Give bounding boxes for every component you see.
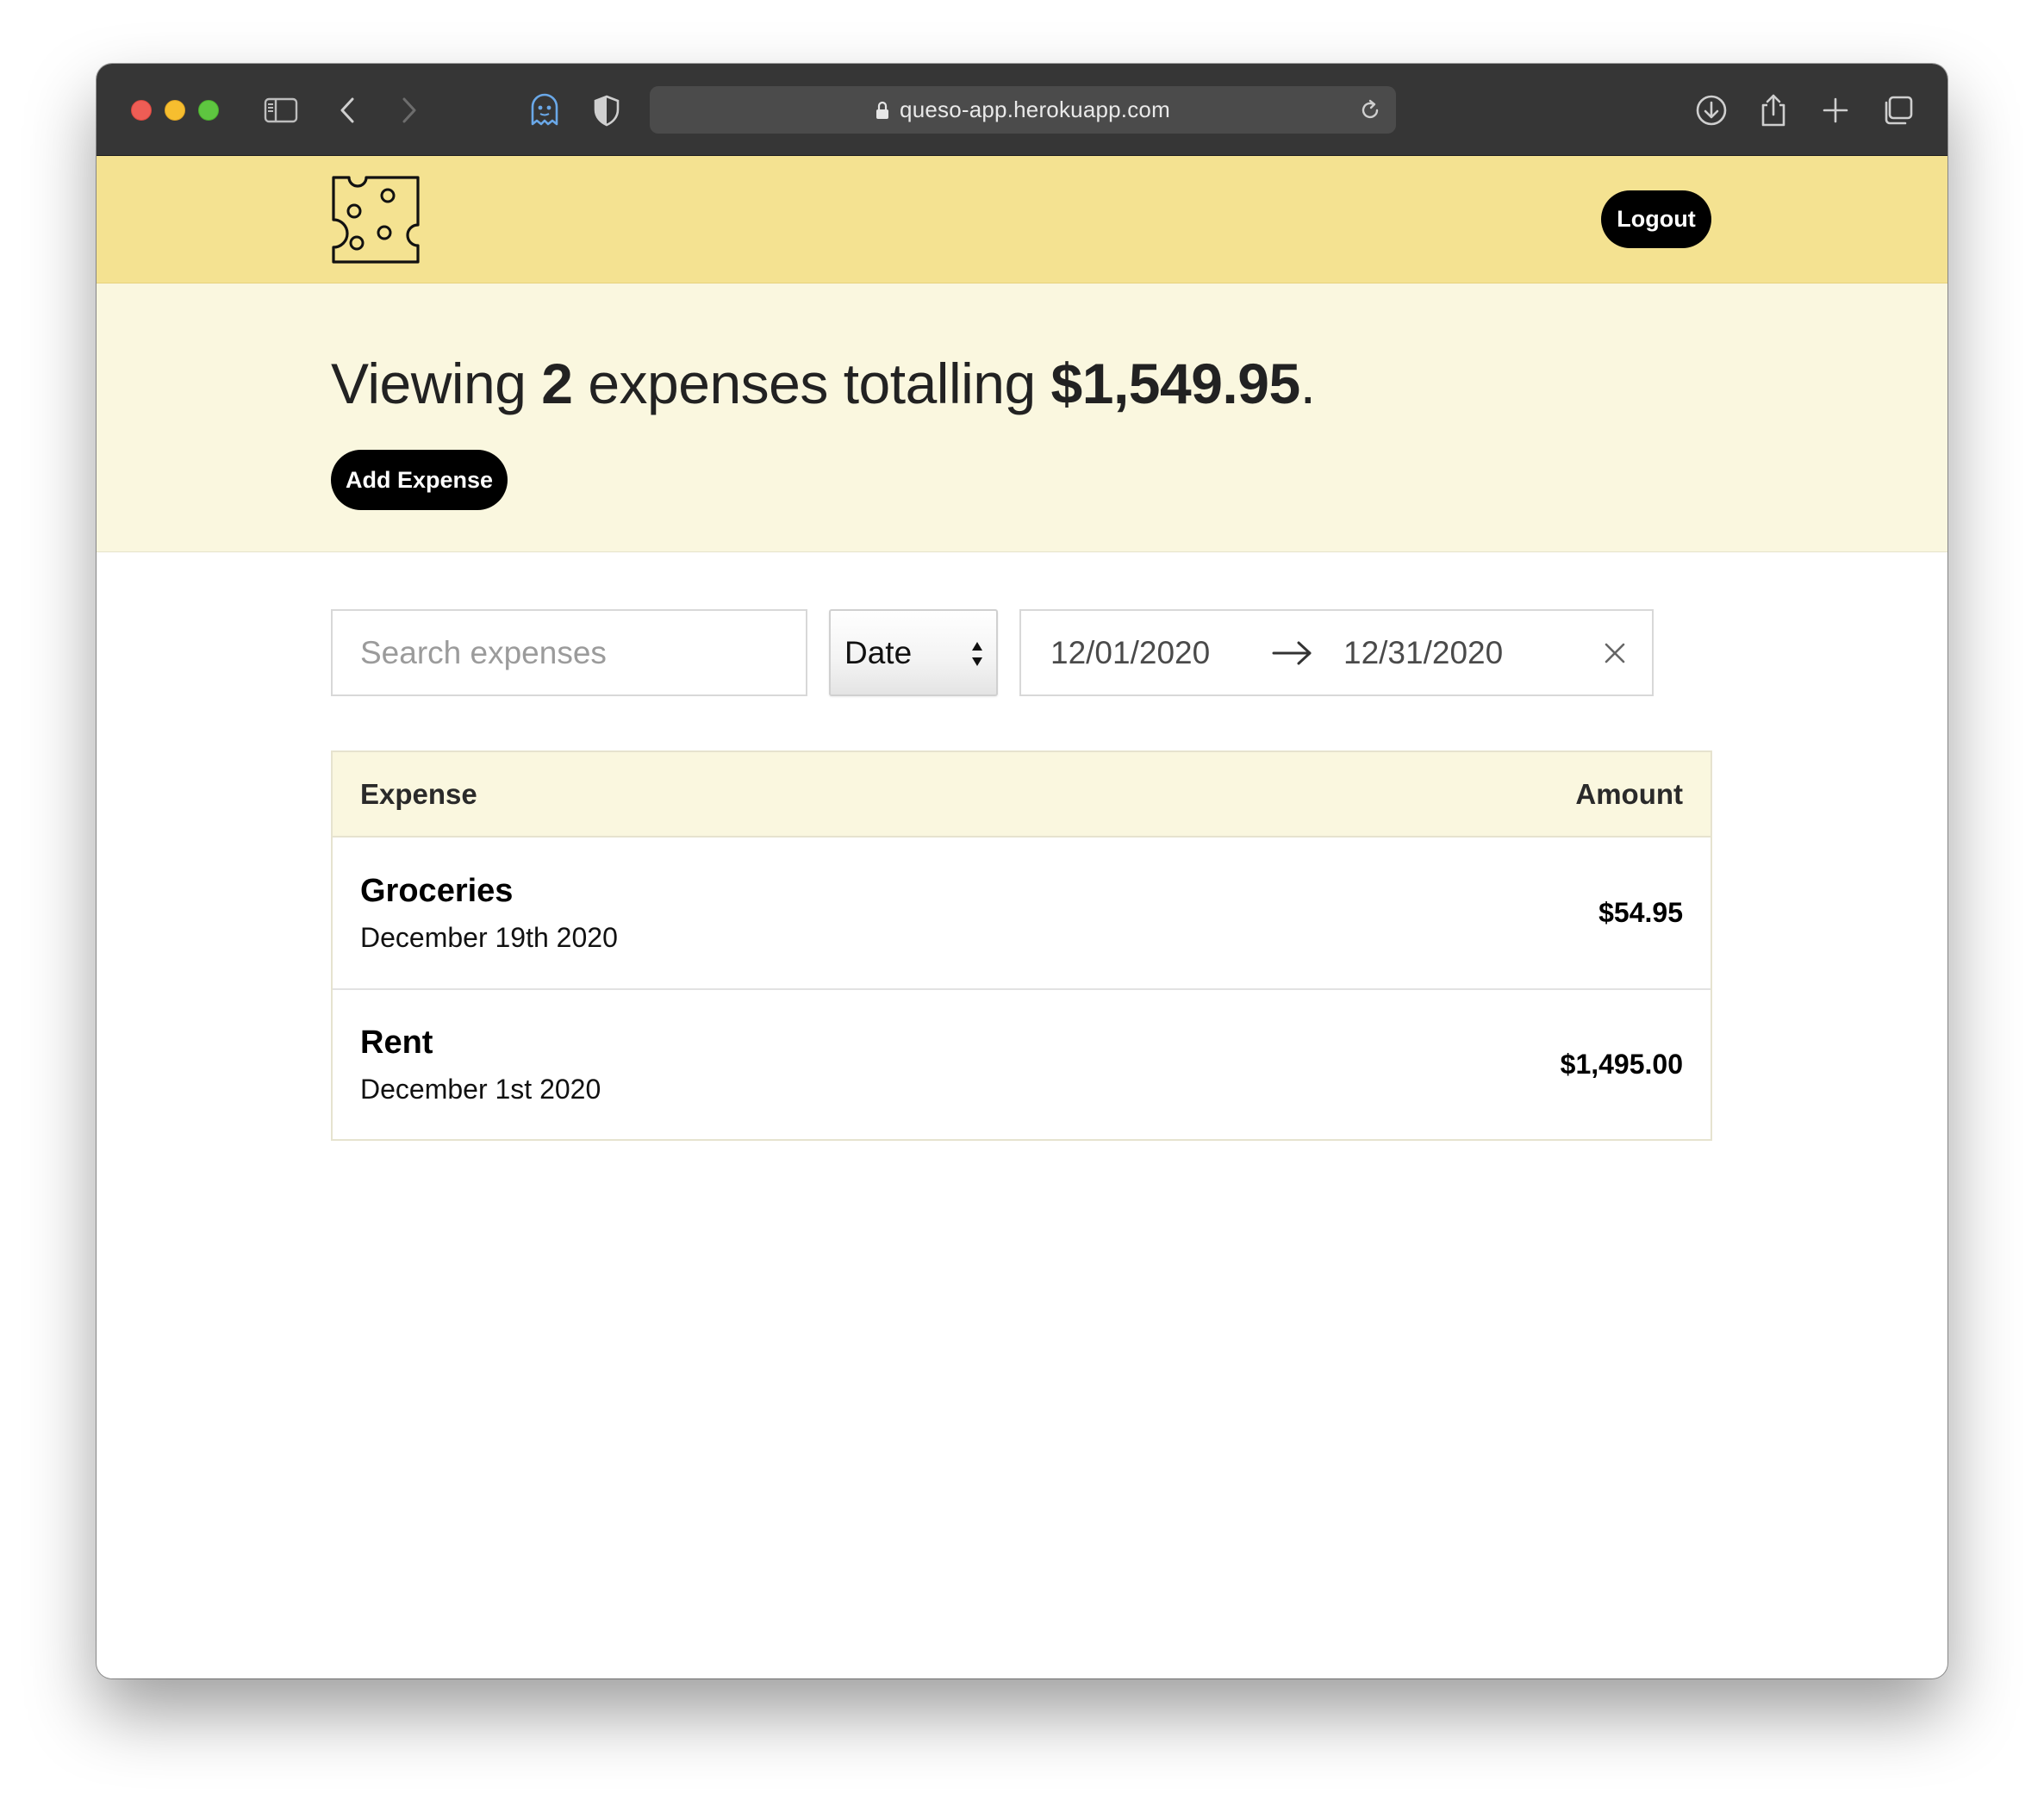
summary-suffix: . — [1299, 352, 1316, 415]
select-arrows-icon — [972, 642, 982, 666]
column-header-amount: Amount — [1575, 777, 1683, 810]
column-header-expense: Expense — [360, 777, 477, 810]
table-header: Expense Amount — [333, 752, 1711, 838]
expense-table: Expense Amount Groceries December 19th 2… — [331, 750, 1712, 1141]
close-icon[interactable] — [1598, 637, 1631, 669]
url-text: queso-app.herokuapp.com — [900, 97, 1170, 122]
reload-icon[interactable] — [1356, 97, 1384, 124]
minimize-window-button[interactable] — [165, 100, 185, 121]
arrow-right-icon — [1272, 641, 1312, 665]
table-row[interactable]: Groceries December 19th 2020 $54.95 — [333, 838, 1711, 988]
sort-select-value: Date — [844, 634, 913, 670]
expense-count: 2 — [541, 352, 573, 415]
plus-icon[interactable] — [1818, 93, 1853, 128]
cheese-logo-icon[interactable] — [331, 175, 421, 265]
chevron-right-icon[interactable] — [391, 93, 426, 128]
expense-amount: $1,495.00 — [1560, 1049, 1683, 1080]
share-icon[interactable] — [1756, 93, 1791, 128]
summary-section: Viewing 2 expenses totalling $1,549.95. … — [97, 283, 1947, 552]
expense-title: Groceries — [360, 872, 514, 909]
date-range-picker: 12/01/2020 12/31/2020 — [1019, 609, 1654, 696]
zoom-window-button[interactable] — [198, 100, 219, 121]
download-icon[interactable] — [1694, 93, 1729, 128]
add-expense-button[interactable]: Add Expense — [331, 450, 508, 510]
expense-info: Rent December 1st 2020 — [360, 1024, 601, 1105]
app-header: Logout — [97, 156, 1947, 283]
summary-middle: expenses totalling — [572, 352, 1051, 415]
tab-overview-icon[interactable] — [1880, 93, 1915, 128]
close-window-button[interactable] — [131, 100, 152, 121]
shield-icon[interactable] — [589, 93, 624, 128]
address-bar[interactable]: queso-app.herokuapp.com — [650, 86, 1396, 134]
summary-prefix: Viewing — [331, 352, 542, 415]
browser-toolbar: queso-app.herokuapp.com — [97, 64, 1947, 156]
sidebar-icon[interactable] — [264, 93, 298, 128]
search-input[interactable] — [331, 609, 807, 696]
expense-info: Groceries December 19th 2020 — [360, 873, 618, 954]
expense-amount: $54.95 — [1598, 897, 1683, 928]
expense-total: $1,549.95 — [1050, 352, 1301, 415]
table-row[interactable]: Rent December 1st 2020 $1,495.00 — [333, 988, 1711, 1139]
expense-title: Rent — [360, 1024, 433, 1061]
end-date-input[interactable]: 12/31/2020 — [1343, 611, 1503, 694]
expense-summary-heading: Viewing 2 expenses totalling $1,549.95. — [331, 351, 1316, 416]
sort-select[interactable]: Date — [829, 609, 998, 696]
expense-date: December 1st 2020 — [360, 1073, 601, 1105]
lock-icon — [876, 101, 889, 120]
start-date-input[interactable]: 12/01/2020 — [1050, 611, 1210, 694]
chevron-left-icon[interactable] — [331, 93, 365, 128]
browser-window: queso-app.herokuapp.com Logout Viewing 2… — [97, 64, 1947, 1678]
ghost-icon[interactable] — [527, 93, 562, 128]
logout-button[interactable]: Logout — [1601, 190, 1711, 248]
expense-date: December 19th 2020 — [360, 921, 618, 953]
